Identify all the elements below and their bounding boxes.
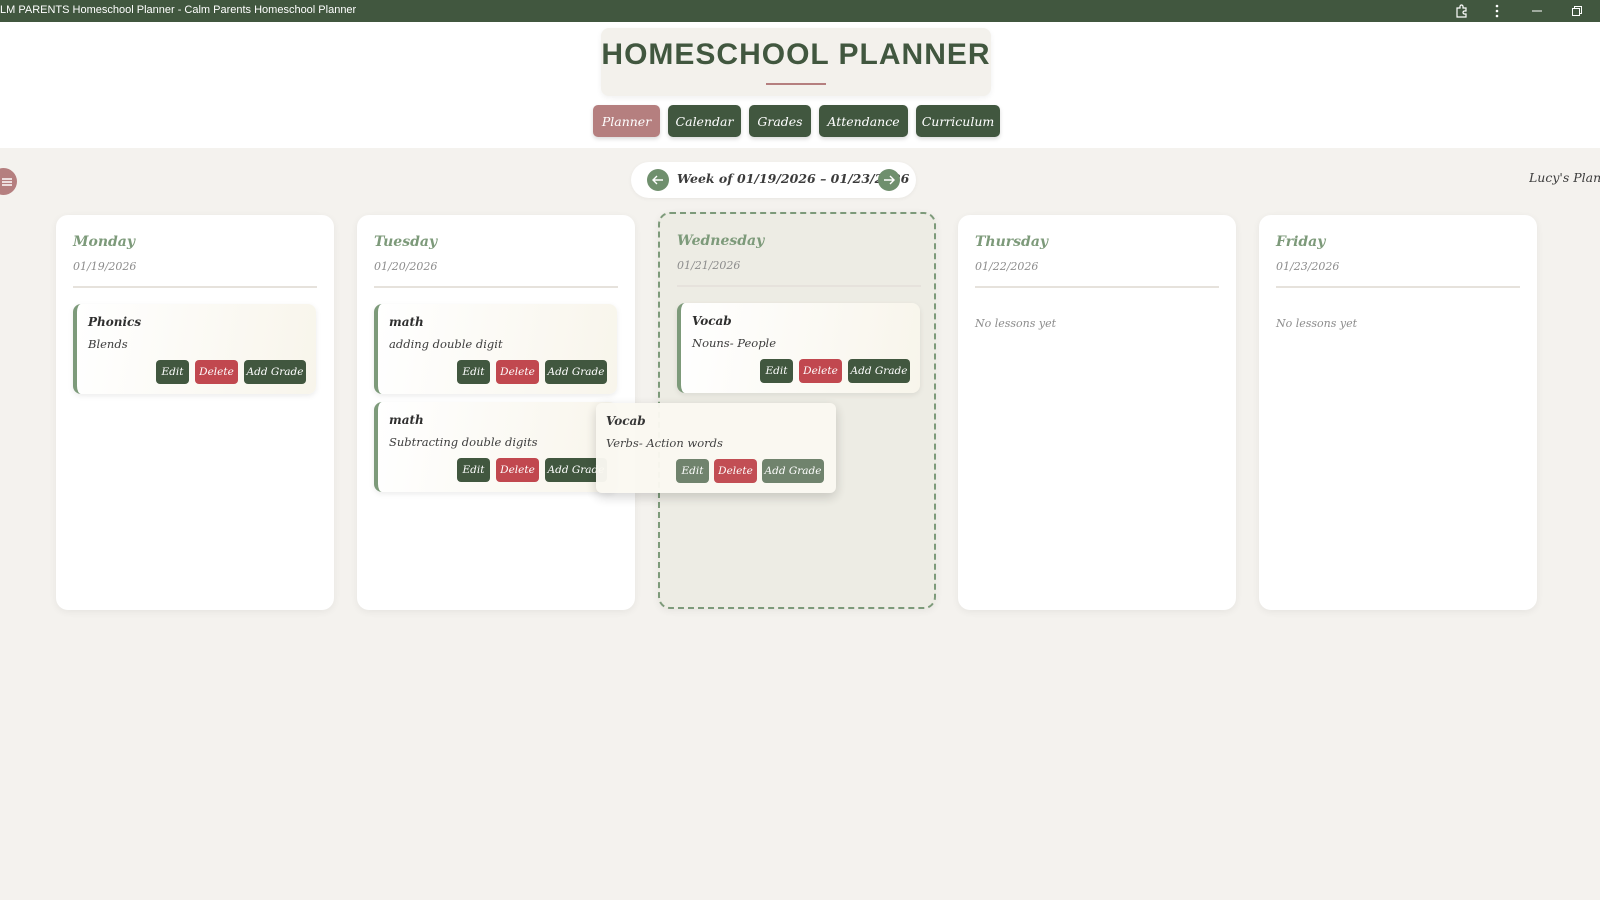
tab-grades[interactable]: Grades: [749, 105, 811, 137]
edit-button[interactable]: Edit: [457, 360, 490, 384]
dragging-lesson-card[interactable]: Vocab Verbs- Action words Edit Delete Ad…: [596, 403, 836, 493]
edit-button[interactable]: Edit: [676, 459, 709, 483]
day-name: Thursday: [975, 234, 1049, 250]
sidebar-menu-button[interactable]: [0, 168, 17, 195]
delete-button[interactable]: Delete: [714, 459, 757, 483]
arrow-left-icon: [652, 175, 663, 185]
day-divider: [374, 286, 618, 288]
day-divider: [73, 286, 317, 288]
add-grade-button[interactable]: Add Grade: [545, 360, 607, 384]
empty-day-message: No lessons yet: [1276, 317, 1358, 330]
day-divider: [975, 286, 1219, 288]
delete-button[interactable]: Delete: [799, 359, 842, 383]
lesson-card[interactable]: Phonics Blends Edit Delete Add Grade: [73, 304, 316, 394]
add-grade-button[interactable]: Add Grade: [848, 359, 910, 383]
next-week-button[interactable]: [878, 169, 900, 191]
week-range-label: Week of 01/19/2026 – 01/23/2026: [677, 171, 910, 186]
lesson-topic: Nouns- People: [692, 336, 777, 350]
edit-button[interactable]: Edit: [457, 458, 490, 482]
lesson-card[interactable]: math Subtracting double digits Edit Dele…: [374, 402, 617, 492]
restore-icon[interactable]: [1560, 0, 1594, 22]
edit-button[interactable]: Edit: [760, 359, 793, 383]
menu-icon: [1, 177, 12, 186]
minimize-icon[interactable]: [1520, 0, 1554, 22]
delete-button[interactable]: Delete: [195, 360, 238, 384]
tab-curriculum[interactable]: Curriculum: [916, 105, 1000, 137]
day-date: 01/21/2026: [677, 259, 741, 272]
lesson-subject: Vocab: [692, 314, 732, 328]
student-planner-name: Lucy's Planner: [1529, 170, 1600, 185]
lesson-subject: Vocab: [606, 414, 646, 428]
arrow-right-icon: [884, 175, 895, 185]
delete-button[interactable]: Delete: [496, 360, 539, 384]
week-navigator: Week of 01/19/2026 – 01/23/2026: [631, 162, 916, 198]
lesson-topic: Subtracting double digits: [389, 435, 538, 449]
lesson-subject: math: [389, 413, 424, 427]
add-grade-button[interactable]: Add Grade: [244, 360, 306, 384]
delete-button[interactable]: Delete: [496, 458, 539, 482]
lesson-card[interactable]: math adding double digit Edit Delete Add…: [374, 304, 617, 394]
add-grade-button[interactable]: Add Grade: [762, 459, 824, 483]
lesson-subject: math: [389, 315, 424, 329]
tab-calendar[interactable]: Calendar: [668, 105, 741, 137]
app-header: HOMESCHOOL PLANNER Planner Calendar Grad…: [0, 22, 1600, 148]
title-underline: [766, 83, 826, 85]
day-column-tuesday: Tuesday 01/20/2026 math adding double di…: [357, 215, 635, 610]
more-options-icon[interactable]: [1480, 0, 1514, 22]
day-name: Monday: [73, 234, 136, 250]
tab-planner[interactable]: Planner: [593, 105, 660, 137]
lesson-topic: adding double digit: [389, 337, 503, 351]
window-title-bar: LM PARENTS Homeschool Planner - Calm Par…: [0, 0, 1600, 22]
day-divider: [677, 285, 921, 287]
day-column-thursday: Thursday 01/22/2026 No lessons yet: [958, 215, 1236, 610]
day-name: Wednesday: [677, 233, 765, 249]
day-divider: [1276, 286, 1520, 288]
tab-attendance[interactable]: Attendance: [819, 105, 908, 137]
lesson-card[interactable]: Vocab Nouns- People Edit Delete Add Grad…: [677, 303, 920, 393]
day-name: Tuesday: [374, 234, 438, 250]
edit-button[interactable]: Edit: [156, 360, 189, 384]
day-date: 01/20/2026: [374, 260, 438, 273]
prev-week-button[interactable]: [647, 169, 669, 191]
main-tabs: Planner Calendar Grades Attendance Curri…: [0, 105, 1600, 137]
day-name: Friday: [1276, 234, 1326, 250]
day-date: 01/23/2026: [1276, 260, 1340, 273]
lesson-topic: Verbs- Action words: [606, 436, 723, 450]
extensions-icon[interactable]: [1445, 0, 1479, 22]
window-title: LM PARENTS Homeschool Planner - Calm Par…: [0, 4, 357, 16]
day-date: 01/19/2026: [73, 260, 137, 273]
day-date: 01/22/2026: [975, 260, 1039, 273]
title-card: HOMESCHOOL PLANNER: [601, 28, 991, 96]
lesson-topic: Blends: [88, 337, 128, 351]
page-title: HOMESCHOOL PLANNER: [601, 38, 991, 71]
empty-day-message: No lessons yet: [975, 317, 1057, 330]
day-column-friday: Friday 01/23/2026 No lessons yet: [1259, 215, 1537, 610]
lesson-subject: Phonics: [88, 315, 142, 329]
day-column-monday: Monday 01/19/2026 Phonics Blends Edit De…: [56, 215, 334, 610]
